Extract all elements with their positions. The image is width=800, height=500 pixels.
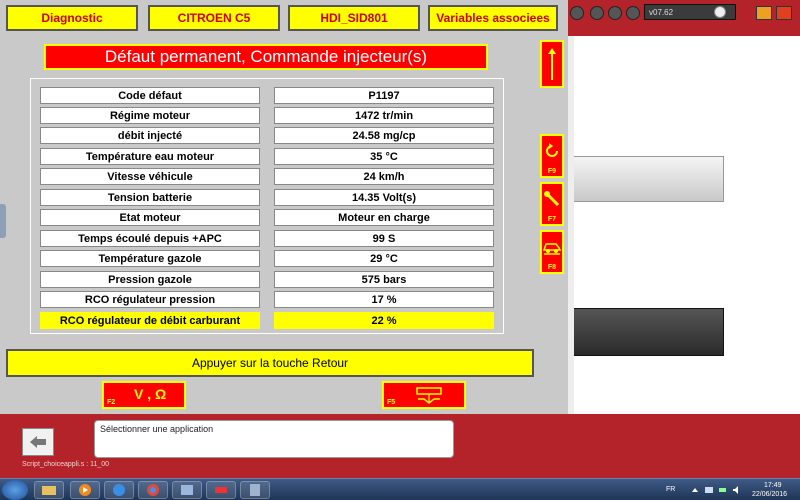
table-row: Tension batterie 14.35 Volt(s) (40, 189, 494, 206)
f5-key-label: F5 (387, 399, 396, 406)
parameter-label: RCO régulateur de débit carburant (40, 312, 260, 329)
toolbar-circle-icon[interactable] (608, 6, 622, 20)
toolbar-circle-icon[interactable] (590, 6, 604, 20)
parameter-value: 14.35 Volt(s) (274, 189, 494, 206)
tool-button[interactable]: F7 (540, 182, 564, 226)
instruction-message: Appuyer sur la touche Retour (6, 349, 534, 377)
parameter-label: Temps écoulé depuis +APC (40, 230, 260, 247)
parameter-value: 24.58 mg/cp (274, 127, 494, 144)
calculator-icon[interactable] (240, 481, 270, 499)
table-row: Temps écoulé depuis +APC 99 S (40, 230, 494, 247)
table-row: débit injecté 24.58 mg/cp (40, 127, 494, 144)
table-row: Température gazole 29 °C (40, 250, 494, 267)
parameter-value: 99 S (274, 230, 494, 247)
background-panel-dark[interactable] (568, 308, 724, 356)
wrench-icon (544, 191, 560, 207)
parameter-label: RCO régulateur pression (40, 291, 260, 308)
car-icon (542, 243, 562, 255)
parameter-label: Pression gazole (40, 271, 260, 288)
table-row: Vitesse véhicule 24 km/h (40, 168, 494, 185)
page-title: Défaut permanent, Commande injecteur(s) (44, 44, 488, 70)
version-text: v07.62 (649, 8, 674, 17)
start-button[interactable] (2, 480, 28, 500)
window-app-icon[interactable] (172, 481, 202, 499)
refresh-icon (546, 143, 558, 157)
parameter-label: débit injecté (40, 127, 260, 144)
f8-key-label: F8 (547, 264, 557, 271)
parameter-value: 17 % (274, 291, 494, 308)
parameter-value: 1472 tr/min (274, 107, 494, 124)
background-panel-light[interactable] (568, 156, 724, 202)
parameter-label: Tension batterie (40, 189, 260, 206)
parameter-label: Température gazole (40, 250, 260, 267)
table-row-highlighted: RCO régulateur de débit carburant 22 % (30, 312, 504, 329)
table-row: RCO régulateur pression 17 % (40, 291, 494, 308)
parameter-value: Moteur en charge (274, 209, 494, 226)
side-tab-handle[interactable] (0, 204, 6, 238)
parameter-value: 24 km/h (274, 168, 494, 185)
voltmeter-label: V , Ω (134, 386, 167, 402)
toolbar-circle-icon[interactable] (626, 6, 640, 20)
parameter-value: 22 % (274, 312, 494, 329)
table-row: Régime moteur 1472 tr/min (40, 107, 494, 124)
table-row: Pression gazole 575 bars (40, 271, 494, 288)
scrollbar[interactable] (568, 36, 574, 414)
script-label: Script_choiceappli.s : 11_00 (22, 461, 110, 468)
language-indicator[interactable]: FR (666, 486, 675, 493)
parameter-label: Température eau moteur (40, 148, 260, 165)
parameter-label: Etat moteur (40, 209, 260, 226)
volume-icon[interactable] (732, 485, 742, 495)
tab-ecu[interactable]: HDI_SID801 (288, 5, 420, 31)
scroll-up-button[interactable] (540, 40, 564, 88)
parameter-value: 29 °C (274, 250, 494, 267)
table-row: Code défaut P1197 (40, 87, 494, 104)
clock-date[interactable]: 22/06/2016 (752, 491, 787, 498)
f7-key-label: F7 (547, 216, 557, 223)
folder-icon[interactable] (34, 481, 64, 499)
chrome-icon[interactable] (138, 481, 168, 499)
vehicle-button[interactable]: F8 (540, 230, 564, 274)
background-content-area (562, 36, 800, 414)
application-select-box[interactable]: Sélectionner une application (94, 420, 454, 458)
refresh-button[interactable]: F9 (540, 134, 564, 178)
table-row: Etat moteur Moteur en charge (40, 209, 494, 226)
close-button[interactable] (776, 6, 792, 20)
toolbar-circle-icon[interactable] (570, 6, 584, 20)
battery-icon[interactable] (718, 485, 728, 495)
clock-time[interactable]: 17:49 (764, 482, 782, 489)
parameter-value: P1197 (274, 87, 494, 104)
f2-key-label: F2 (107, 399, 116, 406)
taskbar: FR 17:49 22/06/2016 (0, 478, 800, 500)
diagnostic-window: Diagnostic CITROEN C5 HDI_SID801 Variabl… (0, 0, 568, 414)
minimize-button[interactable] (756, 6, 772, 20)
parameter-label: Vitesse véhicule (40, 168, 260, 185)
tray-arrow-icon[interactable] (690, 485, 700, 495)
table-row: Température eau moteur 35 °C (40, 148, 494, 165)
oscilloscope-button[interactable]: F5 (382, 381, 466, 409)
voltmeter-button[interactable]: V , Ω F2 (102, 381, 186, 409)
arrow-left-icon (30, 436, 46, 448)
application-select-text: Sélectionner une application (100, 424, 214, 434)
tab-diagnostic[interactable]: Diagnostic (6, 5, 138, 31)
arrow-up-icon (548, 48, 556, 80)
parameter-label: Code défaut (40, 87, 260, 104)
back-button[interactable] (22, 428, 54, 456)
version-dropdown-icon[interactable] (714, 6, 726, 18)
diagnostic-app-icon[interactable] (206, 481, 236, 499)
internet-explorer-icon[interactable] (104, 481, 134, 499)
f9-key-label: F9 (547, 168, 557, 175)
network-icon[interactable] (704, 485, 714, 495)
parameter-label: Régime moteur (40, 107, 260, 124)
signal-icon (416, 387, 442, 404)
tab-variables[interactable]: Variables associees (428, 5, 558, 31)
parameter-value: 575 bars (274, 271, 494, 288)
parameter-value: 35 °C (274, 148, 494, 165)
media-player-icon[interactable] (70, 481, 100, 499)
tab-vehicle[interactable]: CITROEN C5 (148, 5, 280, 31)
